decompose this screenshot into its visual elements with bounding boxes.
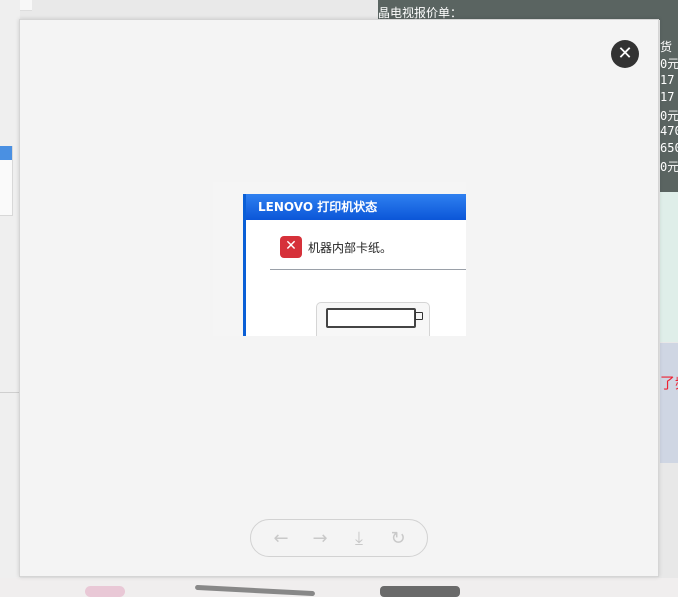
next-arrow-icon[interactable]: → bbox=[310, 529, 330, 549]
price-line: 470 bbox=[660, 124, 678, 138]
price-line: 货 bbox=[660, 40, 673, 54]
background-mint-block bbox=[660, 192, 678, 342]
image-viewer-dialog: ✕ LENOVO 打印机状态 ✕ 机器内部卡纸。 ← → ⤓ ↻ bbox=[19, 19, 659, 577]
price-line: 0元 bbox=[660, 160, 678, 174]
close-icon[interactable]: ✕ bbox=[611, 40, 639, 68]
viewer-image: LENOVO 打印机状态 ✕ 机器内部卡纸。 bbox=[213, 182, 466, 336]
previous-arrow-icon[interactable]: ← bbox=[271, 529, 291, 549]
background-header: 晶电视报价单： bbox=[378, 0, 678, 20]
price-line: 17 bbox=[660, 73, 675, 87]
printer-window-title: LENOVO 打印机状态 bbox=[246, 194, 466, 220]
viewer-toolbar: ← → ⤓ ↻ bbox=[250, 519, 428, 557]
background-banner bbox=[660, 343, 678, 463]
printer-status-window: LENOVO 打印机状态 ✕ 机器内部卡纸。 bbox=[243, 194, 466, 336]
background-bottom-strip bbox=[0, 578, 678, 597]
price-line: 17 bbox=[660, 90, 675, 104]
download-icon[interactable]: ⤓ bbox=[349, 529, 369, 549]
background-shape bbox=[85, 586, 125, 597]
printer-button bbox=[415, 312, 423, 320]
error-x-icon: ✕ bbox=[280, 236, 302, 258]
price-line: 0元 bbox=[660, 57, 678, 71]
background-left-panel bbox=[0, 0, 20, 597]
printer-illustration bbox=[316, 302, 430, 336]
background-right-panel: 货 0元 17 17 0元 470 650 0元 了频 bbox=[660, 0, 678, 597]
rotate-icon[interactable]: ↻ bbox=[388, 529, 408, 549]
background-price-panel: 货 0元 17 17 0元 470 650 0元 bbox=[660, 0, 678, 192]
background-shape bbox=[380, 586, 460, 597]
price-line: 0元 bbox=[660, 109, 678, 123]
background-divider bbox=[0, 392, 20, 393]
background-red-text: 了频 bbox=[660, 374, 678, 392]
window-divider bbox=[270, 269, 466, 270]
background-selected-row bbox=[0, 146, 12, 160]
background-shape bbox=[194, 584, 316, 597]
price-line: 650 bbox=[660, 141, 678, 155]
printer-paper-slot bbox=[326, 308, 416, 328]
printer-error-message: 机器内部卡纸。 bbox=[308, 241, 393, 255]
